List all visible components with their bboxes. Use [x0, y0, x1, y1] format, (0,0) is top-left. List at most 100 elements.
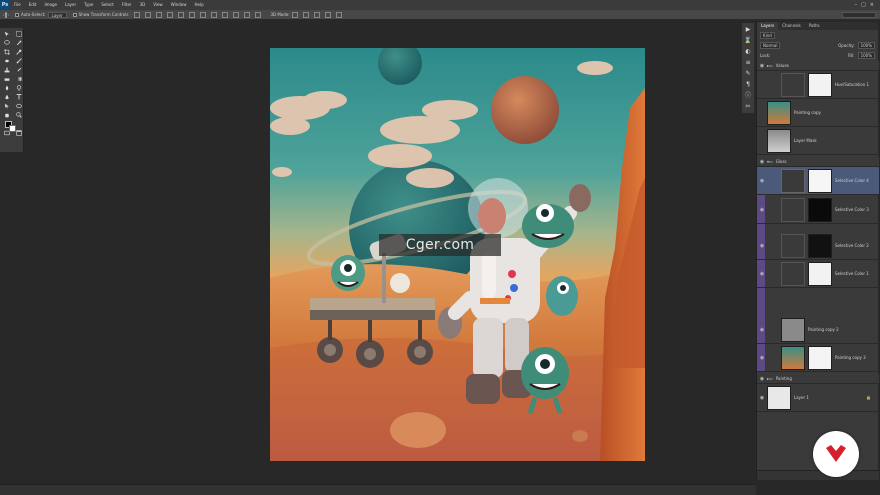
- layer-row[interactable]: ◉ Painting copy 3: [757, 344, 879, 372]
- history-brush-tool[interactable]: [13, 66, 24, 74]
- layer-row-selected[interactable]: ◉ Selective Color 4: [757, 167, 879, 195]
- blur-tool[interactable]: [1, 84, 12, 92]
- align-right-icon[interactable]: [189, 11, 196, 18]
- menu-image[interactable]: Image: [40, 0, 61, 9]
- visibility-icon[interactable]: ◉: [757, 159, 767, 165]
- marquee-tool[interactable]: [13, 30, 24, 38]
- info-icon[interactable]: ⓘ: [745, 92, 751, 100]
- type-tool[interactable]: [13, 93, 24, 101]
- history-icon[interactable]: ⌛: [744, 37, 751, 45]
- menu-window[interactable]: Window: [167, 0, 191, 9]
- menu-type[interactable]: Type: [80, 0, 97, 9]
- crop-tool[interactable]: [1, 48, 12, 56]
- dodge-tool[interactable]: [13, 84, 24, 92]
- 3d-slide-icon[interactable]: [324, 11, 331, 18]
- adjustments-icon[interactable]: ◐: [745, 48, 750, 56]
- layer-group-painting[interactable]: ◉ ▸▭ Painting: [757, 374, 879, 384]
- move-tool-icon[interactable]: [3, 11, 9, 18]
- visibility-icon[interactable]: ◉: [757, 243, 767, 249]
- gradient-tool[interactable]: [13, 75, 24, 83]
- fill-input[interactable]: 100%: [857, 51, 875, 59]
- layer-mask-thumb: [808, 261, 832, 286]
- menu-view[interactable]: View: [149, 0, 167, 9]
- maximize-button[interactable]: □: [861, 2, 866, 8]
- auto-select-dropdown[interactable]: Layer: [47, 11, 67, 18]
- menu-filter[interactable]: Filter: [118, 0, 136, 9]
- visibility-icon[interactable]: ◉: [757, 63, 767, 69]
- distribute-middle-icon[interactable]: [211, 11, 218, 18]
- menu-3d[interactable]: 3D: [136, 0, 150, 9]
- distribute-bottom-icon[interactable]: [222, 11, 229, 18]
- 3d-pan-icon[interactable]: [313, 11, 320, 18]
- menu-file[interactable]: File: [10, 0, 25, 9]
- tab-channels[interactable]: Channels: [778, 22, 805, 30]
- quick-select-tool[interactable]: [13, 39, 24, 47]
- 3d-scale-icon[interactable]: [335, 11, 342, 18]
- background-color[interactable]: [9, 125, 16, 132]
- align-middle-icon[interactable]: [145, 11, 152, 18]
- visibility-icon[interactable]: ◉: [757, 355, 767, 361]
- move-tool[interactable]: [1, 30, 12, 38]
- layer-row[interactable]: Painting copy: [757, 99, 879, 127]
- healing-brush-tool[interactable]: [1, 57, 12, 65]
- shape-tool[interactable]: [13, 102, 24, 110]
- visibility-icon[interactable]: ◉: [757, 178, 767, 184]
- auto-select-option[interactable]: Auto-Select: Layer: [15, 11, 67, 18]
- clone-stamp-tool[interactable]: [1, 66, 12, 74]
- menu-select[interactable]: Select: [97, 0, 117, 9]
- align-center-icon[interactable]: [178, 11, 185, 18]
- lasso-tool[interactable]: [1, 39, 12, 47]
- minimize-button[interactable]: –: [855, 2, 858, 8]
- align-left-icon[interactable]: [167, 11, 174, 18]
- layer-row[interactable]: ◉ Painting copy 2: [757, 316, 879, 344]
- layer-name: Painting: [775, 376, 792, 381]
- path-select-tool[interactable]: [1, 102, 12, 110]
- visibility-icon[interactable]: ◉: [757, 395, 767, 401]
- character-icon[interactable]: ¶: [746, 81, 750, 89]
- layer-row[interactable]: Hue/Saturation 1: [757, 71, 879, 99]
- distribute-center-icon[interactable]: [244, 11, 251, 18]
- tab-paths[interactable]: Paths: [805, 22, 824, 30]
- auto-select-checkbox[interactable]: [15, 12, 19, 17]
- show-transform-option[interactable]: Show Transform Controls: [72, 12, 128, 17]
- visibility-icon[interactable]: ◉: [757, 376, 767, 382]
- workspace-dropdown[interactable]: [842, 12, 876, 18]
- properties-icon[interactable]: ≡: [745, 59, 750, 67]
- layer-row[interactable]: ◉ Selective Color 2: [757, 232, 879, 260]
- distribute-left-icon[interactable]: [233, 11, 240, 18]
- show-transform-checkbox[interactable]: [72, 12, 77, 17]
- layer-row[interactable]: ◉ Selective Color 3: [757, 196, 879, 224]
- tools-icon[interactable]: ✂: [745, 103, 750, 111]
- layer-row[interactable]: ◉ Layer 1 🔒: [757, 384, 879, 412]
- layer-row[interactable]: Layer Mask: [757, 127, 879, 155]
- 3d-roll-icon[interactable]: [302, 11, 309, 18]
- eraser-tool[interactable]: [1, 75, 12, 83]
- visibility-icon[interactable]: ◉: [757, 271, 767, 277]
- menu-help[interactable]: Help: [190, 0, 207, 9]
- color-swatches[interactable]: [1, 120, 24, 134]
- menu-edit[interactable]: Edit: [25, 0, 41, 9]
- kind-filter-dropdown[interactable]: Kind: [760, 31, 775, 39]
- layer-group-gloss[interactable]: ◉ ▾▭ Gloss: [757, 157, 879, 167]
- eyedropper-tool[interactable]: [13, 48, 24, 56]
- visibility-icon[interactable]: ◉: [757, 207, 767, 213]
- layer-row[interactable]: ◉ Selective Color 1: [757, 260, 879, 288]
- play-icon[interactable]: ▶: [746, 26, 751, 34]
- menu-layer[interactable]: Layer: [61, 0, 80, 9]
- close-button[interactable]: ×: [870, 2, 874, 8]
- distribute-right-icon[interactable]: [255, 11, 262, 18]
- tab-layers[interactable]: Layers: [757, 22, 779, 30]
- layer-group-values[interactable]: ◉ ▸▭ Values: [757, 61, 879, 71]
- align-top-icon[interactable]: [134, 11, 141, 18]
- brush-presets-icon[interactable]: ✎: [745, 70, 750, 78]
- hand-tool[interactable]: [1, 111, 12, 119]
- pen-tool[interactable]: [1, 93, 12, 101]
- distribute-top-icon[interactable]: [200, 11, 207, 18]
- opacity-input[interactable]: 100%: [857, 41, 875, 49]
- 3d-rotate-icon[interactable]: [291, 11, 298, 18]
- brush-tool[interactable]: [13, 57, 24, 65]
- align-bottom-icon[interactable]: [156, 11, 163, 18]
- zoom-tool[interactable]: [13, 111, 24, 119]
- blend-mode-dropdown[interactable]: Normal: [760, 41, 781, 49]
- visibility-icon[interactable]: ◉: [757, 327, 767, 333]
